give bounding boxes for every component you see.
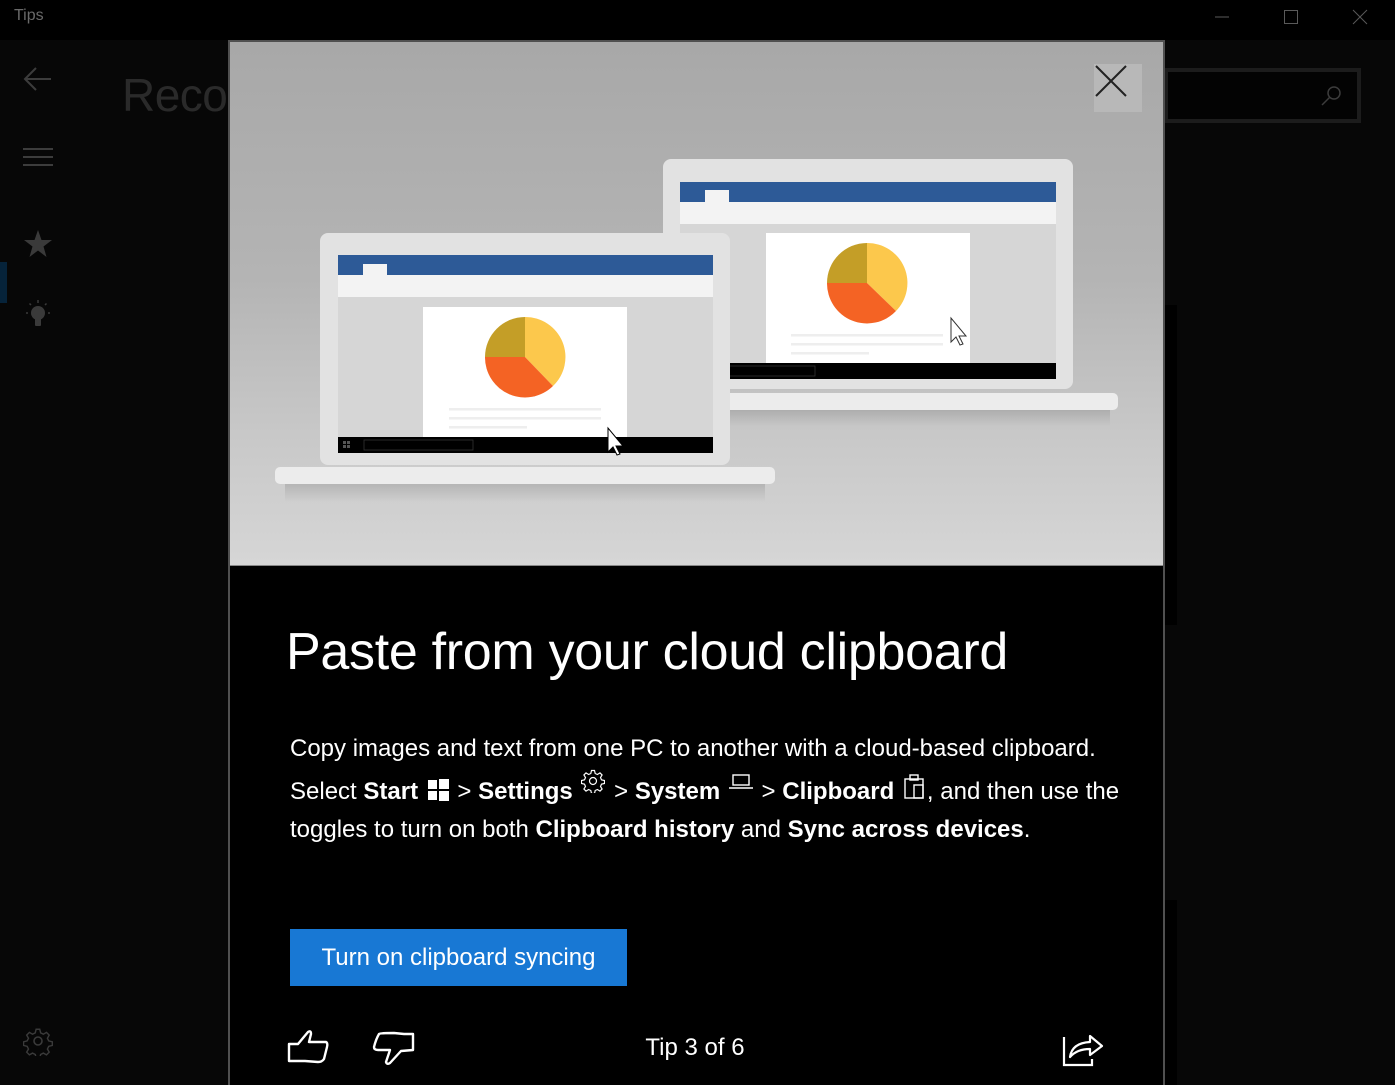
close-dialog-button[interactable] bbox=[1094, 64, 1142, 112]
separator: > bbox=[450, 777, 479, 805]
dislike-button[interactable] bbox=[368, 1024, 418, 1074]
back-laptop bbox=[663, 159, 1118, 426]
thumbs-down-icon bbox=[372, 1031, 415, 1065]
menu-button[interactable] bbox=[14, 133, 62, 181]
laptop-icon bbox=[728, 773, 753, 789]
lightbulb-icon bbox=[26, 300, 50, 326]
system-label: System bbox=[634, 777, 721, 805]
tip-title: Paste from your cloud clipboard bbox=[286, 623, 1008, 681]
gear-icon bbox=[23, 1028, 53, 1056]
start-label: Start bbox=[363, 777, 419, 805]
like-button[interactable] bbox=[284, 1024, 334, 1074]
clipboard-icon bbox=[904, 773, 924, 799]
tip-counter: Tip 3 of 6 bbox=[645, 1034, 745, 1061]
body-text: and bbox=[734, 816, 788, 843]
sync-label: Sync across devices bbox=[787, 816, 1024, 843]
close-icon bbox=[1095, 65, 1127, 97]
clipboard-label: Clipboard bbox=[782, 777, 895, 805]
maximize-button[interactable] bbox=[1268, 0, 1314, 34]
tip-dialog: Paste from your cloud clipboard Copy ima… bbox=[228, 40, 1165, 1085]
back-arrow-icon bbox=[23, 67, 51, 91]
turn-on-clipboard-syncing-button[interactable]: Turn on clipboard syncing bbox=[290, 929, 627, 986]
title-bar: Tips bbox=[0, 0, 1395, 40]
front-laptop bbox=[275, 233, 775, 502]
app-title: Tips bbox=[14, 7, 44, 24]
sidebar-item-tips[interactable] bbox=[14, 290, 62, 338]
star-icon bbox=[24, 230, 52, 257]
minimize-button[interactable] bbox=[1199, 0, 1245, 34]
background-panel bbox=[1165, 900, 1177, 1085]
separator: > bbox=[754, 777, 783, 805]
gear-icon bbox=[581, 769, 606, 793]
thumbs-up-icon bbox=[287, 1030, 329, 1064]
windows-start-icon bbox=[427, 778, 449, 801]
background-panel bbox=[1165, 305, 1177, 625]
back-button[interactable] bbox=[14, 55, 62, 103]
body-text: . bbox=[1023, 816, 1031, 843]
maximize-icon bbox=[1284, 10, 1298, 24]
window-close-button[interactable] bbox=[1337, 0, 1383, 34]
search-input[interactable] bbox=[1164, 68, 1361, 123]
separator: > bbox=[607, 777, 635, 805]
hero-illustration bbox=[230, 42, 1163, 566]
sidebar bbox=[0, 40, 228, 1085]
share-button[interactable] bbox=[1058, 1024, 1108, 1074]
search-icon bbox=[1321, 86, 1341, 106]
clipboard-history-label: Clipboard history bbox=[535, 816, 735, 843]
share-icon bbox=[1062, 1034, 1104, 1067]
sidebar-item-recommended[interactable] bbox=[14, 220, 62, 268]
minimize-icon bbox=[1215, 16, 1229, 18]
settings-button[interactable] bbox=[14, 1017, 62, 1065]
laptops-illustration bbox=[275, 159, 1118, 502]
selected-indicator bbox=[0, 262, 7, 303]
settings-label: Settings bbox=[478, 777, 573, 805]
page-heading: Reco bbox=[122, 69, 228, 121]
close-icon bbox=[1352, 9, 1368, 25]
hamburger-icon bbox=[23, 148, 53, 166]
tip-description: Copy images and text from one PC to anot… bbox=[290, 730, 1120, 850]
